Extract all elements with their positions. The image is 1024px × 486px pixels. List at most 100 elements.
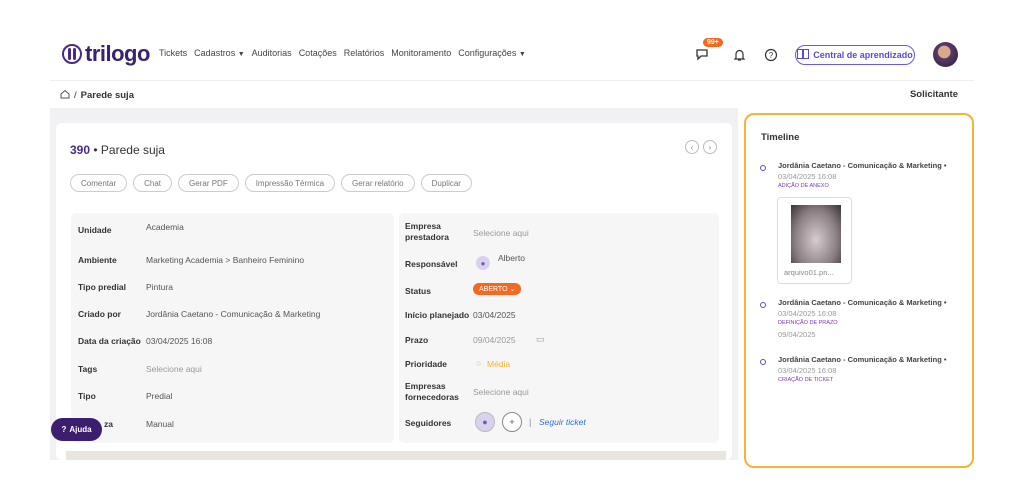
detail-label: Empresas fornecedoras [405, 381, 459, 402]
svg-text:?: ? [769, 51, 774, 60]
timeline-event-type: CRIAÇÃO DE TICKET [778, 377, 834, 383]
tags-select[interactable]: Selecione aqui [146, 364, 202, 374]
book-icon [797, 49, 810, 61]
detail-label: Data da criação [78, 336, 141, 346]
detail-value: Alberto [498, 253, 525, 263]
role-label: Solicitante [909, 89, 958, 100]
follow-ticket-link[interactable]: Seguir ticket [539, 417, 586, 427]
help-circle-icon[interactable]: ? [763, 47, 779, 63]
nav-monitoramento[interactable]: Monitoramento [391, 48, 451, 58]
details-right-panel: Empresa prestadora Selecione aqui Respon… [399, 213, 719, 443]
scroll-preview-strip [66, 451, 726, 460]
detail-label: Tipo predial [78, 282, 127, 292]
timeline-date: 03/04/2025 16:08 [778, 366, 837, 375]
priority-value: Média [487, 359, 511, 369]
ticket-number: 390 [70, 143, 91, 157]
attachment-thumbnail[interactable]: arquivo01.pn... [777, 197, 852, 284]
chevron-left-icon[interactable]: ‹ [685, 140, 699, 154]
chat-icon[interactable] [694, 46, 710, 62]
logo[interactable]: trilogo [62, 41, 150, 67]
generate-pdf-button[interactable]: Gerar PDF [178, 174, 239, 192]
generate-report-button[interactable]: Gerar relatório [341, 174, 415, 192]
add-follower-button[interactable]: + [502, 412, 522, 432]
detail-label: Status [405, 286, 431, 296]
chat-button[interactable]: Chat [133, 174, 173, 192]
detail-label: Prazo [405, 335, 429, 345]
detail-label: Tipo [78, 391, 96, 401]
detail-label: Seguidores [405, 418, 452, 428]
bell-icon[interactable] [731, 47, 747, 63]
learning-center-button[interactable]: Central de aprendizado [795, 45, 915, 65]
nav-auditorias[interactable]: Auditorias [252, 48, 292, 58]
nav-cadastros-label: Cadastros [194, 48, 236, 58]
status-label: ABERTO [479, 286, 508, 293]
chevron-right-icon[interactable]: › [703, 140, 717, 154]
detail-label: Criado por [78, 309, 121, 319]
deadline-value[interactable]: 09/04/2025 [473, 335, 516, 345]
home-icon[interactable] [60, 89, 70, 102]
nav-configuracoes[interactable]: Configurações ▼ [458, 48, 526, 58]
breadcrumb-separator: / [74, 90, 77, 101]
ticket-title: 390 • Parede suja [70, 143, 165, 157]
detail-label: Prioridade [405, 359, 448, 369]
timeline-dot-icon [760, 359, 766, 365]
help-button[interactable]: ? Ajuda [51, 418, 102, 441]
duplicate-button[interactable]: Duplicar [420, 174, 472, 192]
ticket-navigation: ‹ › [685, 140, 717, 154]
divider: | [529, 417, 532, 427]
timeline-dot-icon [760, 302, 766, 308]
thermal-print-button[interactable]: Impressão Térmica [244, 174, 336, 192]
detail-label: Responsável [405, 259, 458, 269]
timeline-panel: Timeline Jordânia Caetano - Comunicação … [744, 113, 974, 468]
timeline-author: Jordânia Caetano - Comunicação & Marketi… [778, 298, 947, 307]
ticket-card: 390 • Parede suja ‹ › Comentar Chat Gera… [56, 123, 732, 460]
logo-text: trilogo [85, 41, 150, 66]
timeline-title: Timeline [761, 132, 800, 143]
detail-label: Empresa prestadora [405, 221, 449, 242]
attachment-image [791, 205, 841, 263]
detail-value: Marketing Academia > Banheiro Feminino [146, 255, 305, 265]
timeline-dot-icon [760, 165, 766, 171]
detail-label: Ambiente [78, 255, 117, 265]
timeline-date: 03/04/2025 16:08 [778, 309, 837, 318]
chevron-down-icon: ⌄ [509, 286, 516, 293]
detail-value: 03/04/2025 16:08 [146, 336, 213, 346]
top-bar: trilogo Tickets Cadastros ▼ Auditorias C… [0, 0, 1024, 80]
nav-configuracoes-label: Configurações [458, 48, 517, 58]
question-icon: ? [61, 425, 67, 434]
chat-badge: 99+ [703, 38, 723, 47]
breadcrumb: / Parede suja [60, 89, 134, 102]
breadcrumb-current: Parede suja [80, 90, 134, 101]
logo-icon [62, 44, 82, 64]
timeline-date: 03/04/2025 16:08 [778, 172, 837, 181]
user-avatar[interactable] [933, 42, 958, 67]
service-company-select[interactable]: Selecione aqui [473, 228, 529, 238]
comment-button[interactable]: Comentar [70, 174, 128, 192]
ticket-actions: Comentar Chat Gerar PDF Impressão Térmic… [70, 174, 472, 192]
chevron-down-icon: ▼ [237, 51, 245, 58]
chevron-down-icon: ▼ [518, 51, 526, 58]
status-badge[interactable]: ABERTO ⌄ [473, 283, 522, 295]
follower-avatar[interactable]: ● [475, 412, 495, 432]
ticket-name: Parede suja [100, 143, 165, 157]
help-label: Ajuda [69, 425, 92, 434]
title-separator: • [93, 143, 98, 157]
detail-label: za [104, 419, 113, 429]
nav-cotacoes[interactable]: Cotações [299, 48, 337, 58]
user-icon: ● [476, 256, 490, 270]
detail-value: 03/04/2025 [473, 310, 516, 320]
detail-value: Pintura [146, 282, 173, 292]
details-left-panel: Unidade Academia Ambiente Marketing Acad… [71, 213, 394, 443]
learning-center-label: Central de aprendizado [813, 50, 913, 60]
timeline-event-type: ADIÇÃO DE ANEXO [778, 183, 829, 189]
calendar-icon[interactable]: ▭ [536, 334, 545, 345]
nav-relatorios[interactable]: Relatórios [344, 48, 385, 58]
nav-tickets[interactable]: Tickets [159, 48, 187, 58]
header-divider [50, 80, 974, 81]
detail-label: Tags [78, 364, 98, 374]
nav-cadastros[interactable]: Cadastros ▼ [194, 48, 244, 58]
detail-label: Unidade [78, 225, 112, 235]
timeline-event-type: DEFINIÇÃO DE PRAZO [778, 320, 838, 326]
supplier-companies-select[interactable]: Selecione aqui [473, 387, 529, 397]
detail-value: Predial [146, 391, 173, 401]
